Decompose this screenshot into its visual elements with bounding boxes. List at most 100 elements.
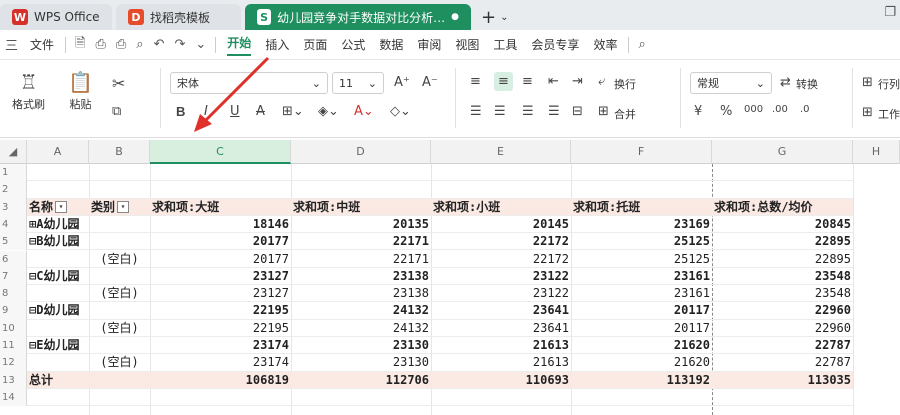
- worksheet-icon[interactable]: ⊞: [862, 105, 873, 120]
- cell[interactable]: 23130: [291, 354, 431, 372]
- cell[interactable]: 23161: [571, 268, 712, 286]
- cell[interactable]: 求和项:大班: [150, 198, 291, 216]
- cell[interactable]: 求和项:总数/均价: [712, 198, 853, 216]
- wrap-text-label[interactable]: 换行: [614, 76, 636, 92]
- cell[interactable]: [150, 164, 291, 182]
- cell[interactable]: [27, 354, 89, 372]
- cell[interactable]: [291, 389, 431, 407]
- cell[interactable]: [89, 302, 150, 320]
- cell[interactable]: [27, 164, 89, 182]
- cell[interactable]: 25125: [571, 233, 712, 251]
- menu-efficiency[interactable]: 效率: [593, 36, 617, 53]
- cell[interactable]: 23548: [712, 268, 853, 286]
- cell[interactable]: 23127: [150, 268, 291, 286]
- font-size-select[interactable]: 11 ⌄: [332, 72, 384, 94]
- cell[interactable]: 20117: [571, 302, 712, 320]
- cell[interactable]: [150, 389, 291, 407]
- bold-button[interactable]: B: [176, 104, 185, 119]
- menu-data[interactable]: 数据: [379, 36, 403, 53]
- row-header[interactable]: 7: [0, 267, 27, 286]
- column-header-a[interactable]: A: [27, 140, 89, 164]
- cell[interactable]: 18146: [150, 216, 291, 234]
- cell[interactable]: 23169: [571, 216, 712, 234]
- cell[interactable]: [291, 164, 431, 182]
- row-header[interactable]: 12: [0, 354, 27, 372]
- clear-format-icon[interactable]: ◇⌄: [390, 104, 411, 119]
- cell[interactable]: 23174: [150, 354, 291, 372]
- menu-formula[interactable]: 公式: [341, 36, 365, 53]
- cell[interactable]: 23138: [291, 268, 431, 286]
- cell[interactable]: 22195: [150, 320, 291, 337]
- chevron-down-icon[interactable]: ⌄: [195, 37, 206, 52]
- cell[interactable]: [27, 389, 89, 407]
- cell[interactable]: (空白): [89, 320, 150, 337]
- cell[interactable]: [89, 268, 150, 286]
- save-icon[interactable]: 🗎: [75, 34, 85, 56]
- row-header[interactable]: 11: [0, 337, 27, 355]
- print-preview-icon[interactable]: ⌕: [136, 37, 143, 52]
- align-top-icon[interactable]: ≡: [470, 74, 481, 89]
- redo-icon[interactable]: ↷: [174, 37, 185, 52]
- cell[interactable]: 求和项:小班: [431, 198, 571, 216]
- strikethrough-button[interactable]: A: [256, 104, 265, 119]
- row-header[interactable]: 10: [0, 319, 27, 337]
- search-icon[interactable]: ⌕: [638, 37, 645, 52]
- filter-dropdown-icon[interactable]: ▾: [55, 201, 68, 214]
- cell[interactable]: 21613: [431, 354, 571, 372]
- align-center-icon[interactable]: ☰: [494, 104, 506, 119]
- cell[interactable]: [712, 181, 853, 199]
- cell[interactable]: 113035: [712, 371, 853, 389]
- cell[interactable]: 23127: [150, 285, 291, 303]
- cell[interactable]: [712, 389, 853, 407]
- cell[interactable]: 24132: [291, 320, 431, 337]
- cell[interactable]: 总计: [27, 371, 89, 389]
- font-family-select[interactable]: 宋体 ⌄: [170, 72, 328, 94]
- cell[interactable]: [89, 164, 150, 182]
- cell[interactable]: ⊟B幼儿园: [27, 233, 89, 251]
- cell[interactable]: [27, 251, 89, 268]
- cell[interactable]: 113192: [571, 371, 712, 389]
- cell[interactable]: 24132: [291, 302, 431, 320]
- tab-document[interactable]: S 幼儿园竞争对手数据对比分析1.xlsx ●: [245, 4, 471, 30]
- cell[interactable]: (空白): [89, 354, 150, 372]
- merge-label[interactable]: 合并: [614, 106, 636, 122]
- menu-page[interactable]: 页面: [303, 36, 327, 53]
- cell[interactable]: 22960: [712, 302, 853, 320]
- cell[interactable]: 22787: [712, 354, 853, 372]
- spreadsheet-grid[interactable]: 1 2 3 名称 ▾ 类别 ▾ 求和项:大班 求和项:中班 求和项:小班 求和项:托班 求和项:总数/…: [0, 164, 900, 415]
- cut-icon[interactable]: ✂: [112, 74, 125, 93]
- cell[interactable]: [431, 181, 571, 199]
- row-col-label[interactable]: 行列: [878, 76, 900, 92]
- print-icon[interactable]: ⎙: [116, 37, 126, 52]
- italic-button[interactable]: I: [204, 104, 208, 119]
- cell[interactable]: [150, 181, 291, 199]
- cell[interactable]: 23174: [150, 337, 291, 355]
- cell[interactable]: 22895: [712, 233, 853, 251]
- cell[interactable]: [571, 389, 712, 407]
- cell[interactable]: 23130: [291, 337, 431, 355]
- column-header-f[interactable]: F: [571, 140, 712, 164]
- cell[interactable]: 20135: [291, 216, 431, 234]
- cell[interactable]: [89, 337, 150, 355]
- cell[interactable]: 23138: [291, 285, 431, 303]
- increase-font-icon[interactable]: A⁺: [394, 75, 410, 90]
- cell[interactable]: 106819: [150, 371, 291, 389]
- column-header-e[interactable]: E: [431, 140, 571, 164]
- cell[interactable]: [27, 320, 89, 337]
- cell[interactable]: 21620: [571, 337, 712, 355]
- font-color-icon[interactable]: A⌄: [354, 104, 374, 119]
- hamburger-icon[interactable]: 三: [5, 35, 18, 54]
- cell[interactable]: 112706: [291, 371, 431, 389]
- cell[interactable]: ⊟C幼儿园: [27, 268, 89, 286]
- merge-icon[interactable]: ⊞: [598, 104, 609, 119]
- cell[interactable]: 20845: [712, 216, 853, 234]
- copy-icon[interactable]: ⧉: [112, 104, 121, 119]
- cell[interactable]: (空白): [89, 251, 150, 268]
- indent-increase-icon[interactable]: ⇥: [572, 74, 583, 89]
- undo-icon[interactable]: ↶: [154, 37, 165, 52]
- cell[interactable]: (空白): [89, 285, 150, 303]
- row-header[interactable]: 2: [0, 181, 27, 199]
- border-icon[interactable]: ⊞⌄: [282, 104, 304, 119]
- align-bottom-icon[interactable]: ≡: [522, 74, 533, 89]
- cell[interactable]: 22787: [712, 337, 853, 355]
